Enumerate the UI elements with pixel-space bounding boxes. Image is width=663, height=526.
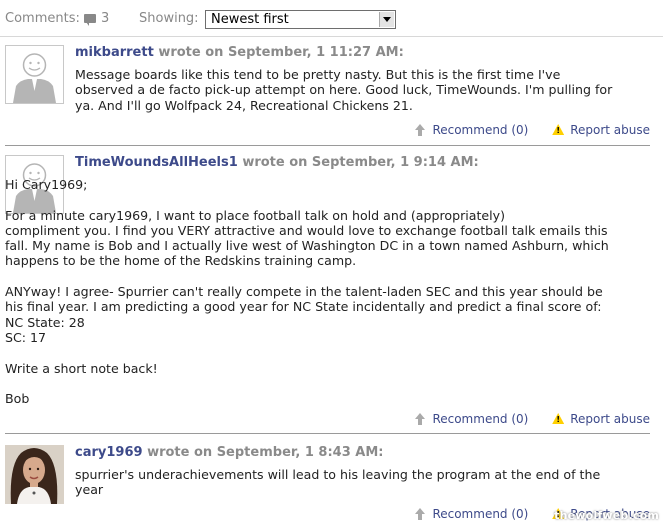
comment-item: TimeWoundsAllHeels1 wrote on September, …	[0, 147, 663, 434]
recommend-label[interactable]: Recommend (0)	[432, 507, 528, 521]
comments-label: Comments:	[5, 11, 80, 26]
comments-page: { "toolbar": { "comments_label": "Commen…	[0, 0, 663, 526]
report-abuse-button[interactable]: Report abuse	[552, 123, 650, 137]
recommend-button[interactable]: Recommend (0)	[414, 507, 528, 521]
chevron-down-icon[interactable]	[379, 12, 394, 27]
comment-count: 3	[101, 11, 110, 26]
warning-icon	[552, 124, 564, 136]
comment-timestamp: wrote on September, 1 8:43 AM:	[147, 445, 384, 460]
comment-body: Hi Cary1969; For a minute cary1969, I wa…	[5, 177, 609, 407]
recommend-button[interactable]: Recommend (0)	[414, 123, 528, 137]
sort-select[interactable]: Newest first	[205, 10, 396, 29]
recommend-label[interactable]: Recommend (0)	[432, 123, 528, 137]
divider	[5, 145, 650, 146]
comment-meta: TimeWoundsAllHeels1 wrote on September, …	[75, 155, 479, 170]
sort-select-value: Newest first	[211, 12, 289, 27]
comment-actions: Recommend (0) Report abuse	[394, 412, 650, 428]
recommend-button[interactable]: Recommend (0)	[414, 412, 528, 426]
thumbs-up-icon	[414, 508, 426, 520]
divider	[5, 433, 650, 434]
thumbs-up-icon	[414, 413, 426, 425]
report-abuse-button[interactable]: Report abuse	[552, 412, 650, 426]
comment-timestamp: wrote on September, 1 9:14 AM:	[242, 155, 479, 170]
comment-username[interactable]: cary1969	[75, 445, 143, 460]
comment-timestamp: wrote on September, 1 11:27 AM:	[158, 45, 404, 60]
comment-actions: Recommend (0) Report abuse	[394, 123, 650, 139]
warning-icon	[552, 413, 564, 425]
comment-username[interactable]: TimeWoundsAllHeels1	[75, 155, 238, 170]
comment-meta: mikbarrett wrote on September, 1 11:27 A…	[75, 45, 404, 60]
comment-bubble-icon	[84, 14, 96, 26]
recommend-label[interactable]: Recommend (0)	[432, 412, 528, 426]
showing-label: Showing:	[139, 11, 199, 26]
report-abuse-label[interactable]: Report abuse	[570, 123, 650, 137]
site-watermark: thewolfweb.com	[554, 509, 659, 522]
comment-body: spurrier's underachievements will lead t…	[75, 467, 601, 498]
comments-toolbar: Comments: 3 Showing: Newest first	[0, 0, 663, 37]
report-abuse-label[interactable]: Report abuse	[570, 412, 650, 426]
default-avatar-icon	[5, 45, 64, 104]
thumbs-up-icon	[414, 124, 426, 136]
user-photo	[5, 445, 64, 504]
comment-item: mikbarrett wrote on September, 1 11:27 A…	[0, 37, 663, 146]
comment-meta: cary1969 wrote on September, 1 8:43 AM:	[75, 445, 383, 460]
comment-body: Message boards like this tend to be pret…	[75, 67, 613, 113]
comment-username[interactable]: mikbarrett	[75, 45, 154, 60]
